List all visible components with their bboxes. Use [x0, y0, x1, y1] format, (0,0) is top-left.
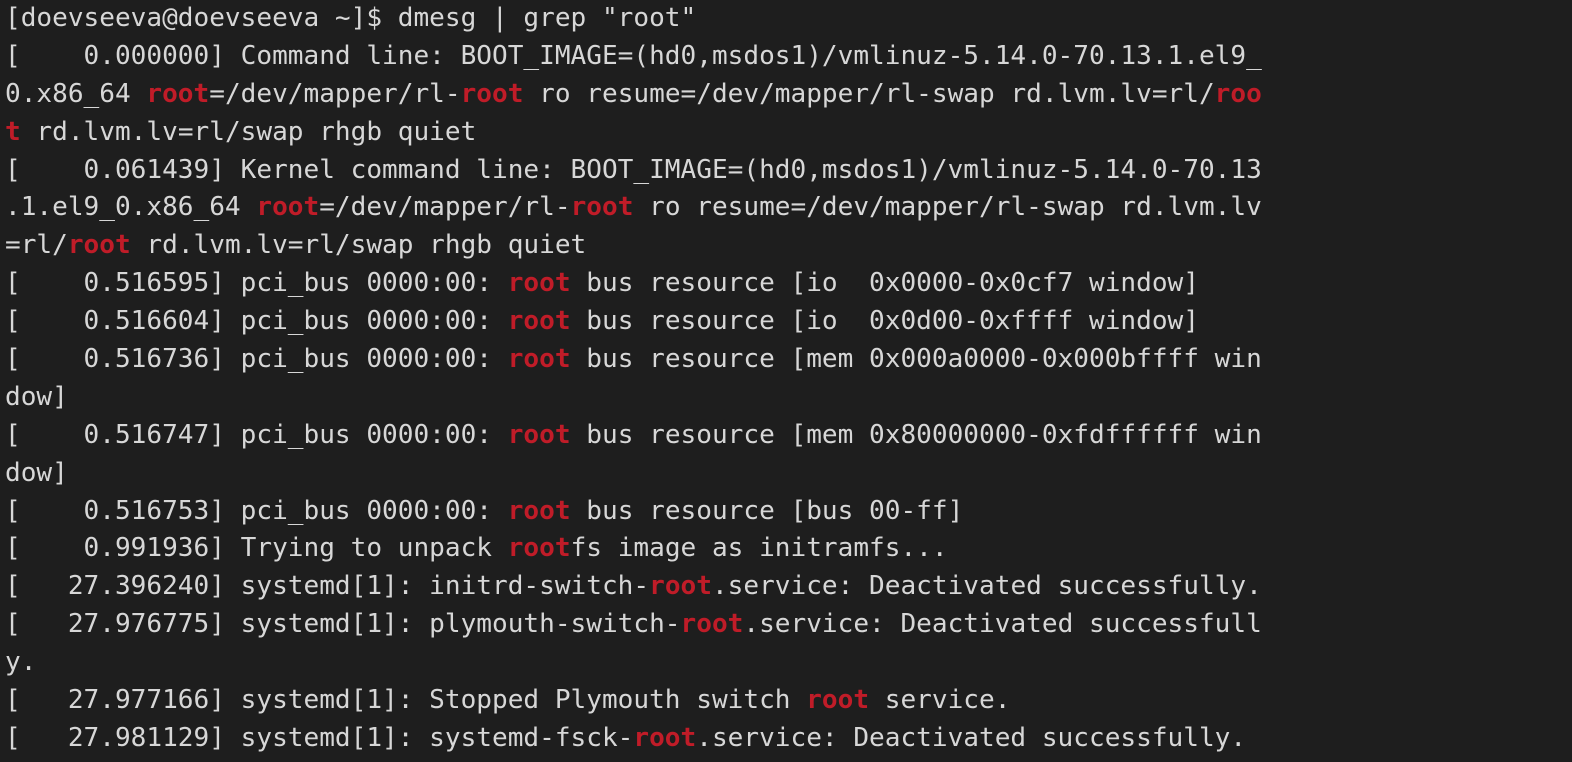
output-text: [ 27.977166] systemd[1]: Stopped Plymout… [5, 685, 807, 716]
output-text: [ 0.516747] pci_bus 0000:00: [5, 419, 508, 450]
output-line: [ 27.976775] systemd[1]: plymouth-switch… [5, 606, 1572, 644]
output-text: [ 0.516604] pci_bus 0000:00: [5, 306, 508, 337]
output-text: .service: Deactivated successfull [743, 609, 1262, 640]
output-line: [ 0.516747] pci_bus 0000:00: root bus re… [5, 417, 1572, 455]
match-highlight: root [507, 495, 571, 526]
match-highlight: root [507, 419, 571, 450]
output-line: y. [5, 644, 1572, 682]
output-text: [ 27.981129] systemd[1]: systemd-fsck- [5, 722, 634, 753]
output-text: bus resource [mem 0x80000000-0xfdffffff … [570, 419, 1262, 450]
match-highlight: root [507, 268, 571, 299]
match-highlight: root [633, 722, 697, 753]
match-highlight: root [460, 78, 524, 109]
output-line: dow] [5, 379, 1572, 417]
output-text: bus resource [bus 00-ff] [570, 495, 964, 526]
match-highlight: root [570, 192, 634, 223]
match-highlight: root [256, 192, 320, 223]
output-text: [ 0.516753] pci_bus 0000:00: [5, 495, 508, 526]
match-highlight: root [146, 78, 210, 109]
match-highlight: root [680, 609, 744, 640]
output-line: =rl/root rd.lvm.lv=rl/swap rhgb quiet [5, 227, 1572, 265]
output-line: .1.el9_0.x86_64 root=/dev/mapper/rl-root… [5, 189, 1572, 227]
output-text: [doevseeva@doevseeva ~]$ dmesg | grep "r… [5, 3, 697, 33]
output-text: [ 0.516595] pci_bus 0000:00: [5, 268, 508, 299]
output-line: [ 0.516595] pci_bus 0000:00: root bus re… [5, 265, 1572, 303]
output-line: [ 0.991936] Trying to unpack rootfs imag… [5, 530, 1572, 568]
output-line: [ 27.977166] systemd[1]: Stopped Plymout… [5, 682, 1572, 720]
match-highlight: roo [1214, 78, 1262, 109]
match-highlight: root [649, 571, 712, 602]
output-line: [ 0.000000] Command line: BOOT_IMAGE=(hd… [5, 38, 1572, 76]
output-line: [ 27.981129] systemd[1]: systemd-fsck-ro… [5, 720, 1572, 758]
command-prompt-line: [doevseeva@doevseeva ~]$ dmesg | grep "r… [5, 0, 1572, 38]
match-highlight: root [507, 306, 571, 337]
match-highlight: root [67, 230, 131, 261]
output-text: ro resume=/dev/mapper/rl-swap rd.lvm.lv=… [523, 78, 1215, 109]
output-text: .1.el9_0.x86_64 [5, 192, 257, 223]
output-line: [ 0.061439] Kernel command line: BOOT_IM… [5, 152, 1572, 190]
output-text: [ 27.396240] systemd[1]: initrd-switch- [5, 571, 650, 602]
output-line: dow] [5, 455, 1572, 493]
output-text: [ 0.000000] Command line: BOOT_IMAGE=(hd… [5, 40, 1262, 71]
output-text: [ 27.976775] systemd[1]: plymouth-switch… [5, 609, 681, 640]
output-text: fs image as initramfs... [570, 533, 948, 564]
output-text: 0.x86_64 [5, 78, 147, 109]
match-highlight: root [806, 685, 870, 716]
output-text: [ 0.991936] Trying to unpack [5, 533, 508, 564]
output-text: .service: Deactivated successfully. [711, 571, 1262, 602]
output-text: rd.lvm.lv=rl/swap rhgb quiet [20, 116, 477, 147]
output-text: bus resource [mem 0x000a0000-0x000bffff … [570, 344, 1262, 375]
terminal-window[interactable]: [doevseeva@doevseeva ~]$ dmesg | grep "r… [0, 0, 1572, 762]
output-text: =/dev/mapper/rl- [319, 192, 571, 223]
output-line: [ 0.516753] pci_bus 0000:00: root bus re… [5, 493, 1572, 531]
output-line: t rd.lvm.lv=rl/swap rhgb quiet [5, 114, 1572, 152]
output-text: [ 0.061439] Kernel command line: BOOT_IM… [5, 154, 1262, 185]
output-text: =rl/ [5, 230, 68, 261]
output-line: 0.x86_64 root=/dev/mapper/rl-root ro res… [5, 76, 1572, 114]
output-text: y. [5, 647, 37, 678]
output-text: service. [869, 685, 1011, 716]
output-line: [ 0.516604] pci_bus 0000:00: root bus re… [5, 303, 1572, 341]
output-text: .service: Deactivated successfully. [696, 722, 1247, 753]
output-text: rd.lvm.lv=rl/swap rhgb quiet [130, 230, 587, 261]
output-text: dow] [5, 381, 68, 412]
match-highlight: t [5, 116, 21, 147]
output-line: [ 0.516736] pci_bus 0000:00: root bus re… [5, 341, 1572, 379]
match-highlight: root [507, 533, 571, 564]
output-text: [ 0.516736] pci_bus 0000:00: [5, 344, 508, 375]
output-text: ro resume=/dev/mapper/rl-swap rd.lvm.lv [633, 192, 1262, 223]
output-text: =/dev/mapper/rl- [209, 78, 461, 109]
output-text: bus resource [io 0x0d00-0xffff window] [570, 306, 1199, 337]
output-text: bus resource [io 0x0000-0x0cf7 window] [570, 268, 1199, 299]
match-highlight: root [507, 344, 571, 375]
output-line: [ 27.396240] systemd[1]: initrd-switch-r… [5, 568, 1572, 606]
output-text: dow] [5, 457, 68, 488]
